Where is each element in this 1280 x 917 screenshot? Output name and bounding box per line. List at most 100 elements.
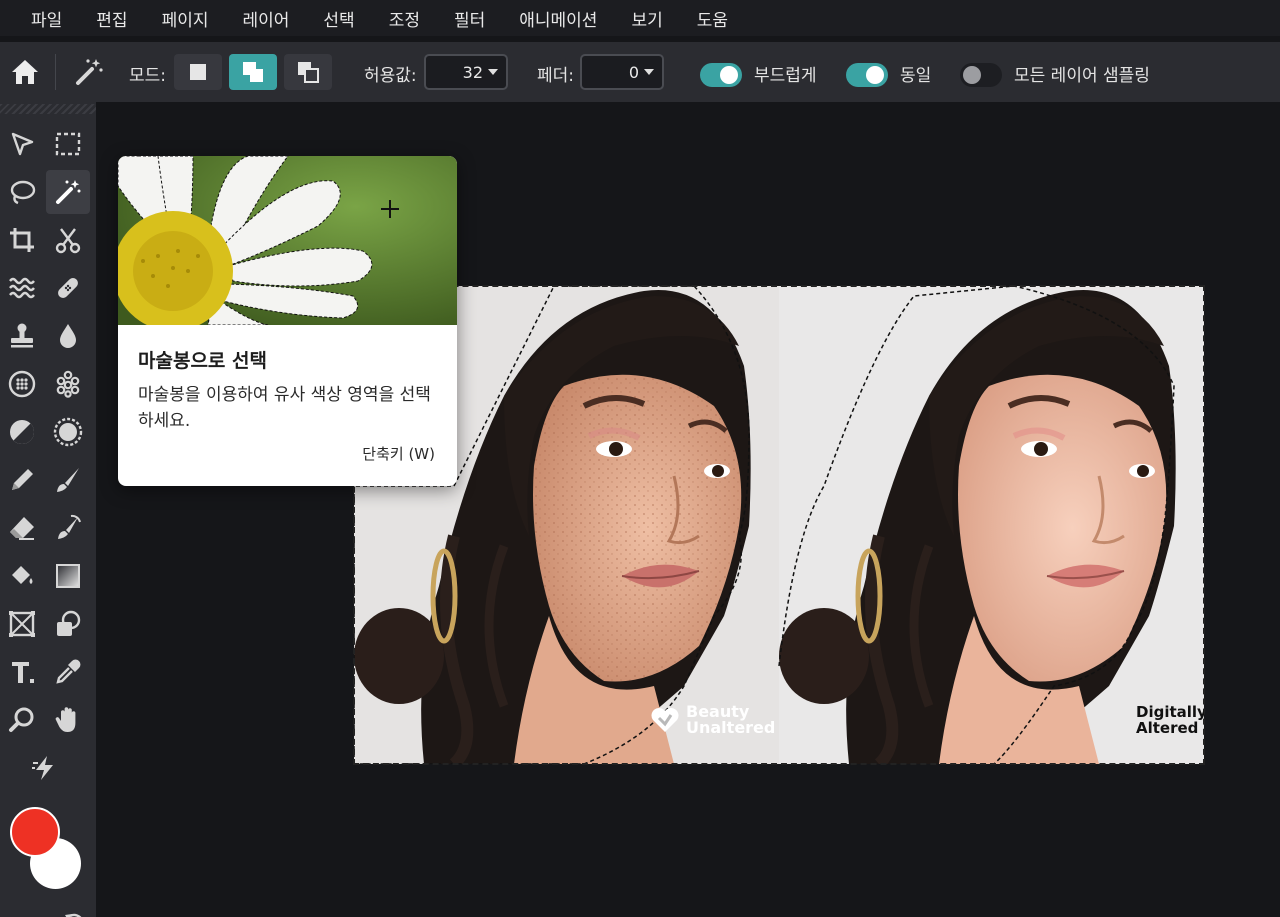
- water-drop-icon: [60, 324, 76, 348]
- cut-tool[interactable]: [46, 218, 90, 262]
- tolerance-field[interactable]: 32: [424, 54, 508, 90]
- menu-file[interactable]: 파일: [14, 0, 79, 36]
- menu-filter[interactable]: 필터: [437, 0, 502, 36]
- home-icon: [12, 60, 38, 84]
- menu-help[interactable]: 도움: [680, 0, 745, 36]
- pencil-tool[interactable]: [0, 458, 44, 502]
- contiguous-label: 동일: [900, 66, 932, 86]
- mode-new-selection-button[interactable]: [174, 54, 222, 90]
- feather-field[interactable]: 0: [580, 54, 664, 90]
- menu-adjust[interactable]: 조정: [372, 0, 437, 36]
- fill-tool[interactable]: [0, 554, 44, 598]
- mode-label: 모드:: [129, 66, 167, 86]
- tooltip-shortcut: 단축키 (W): [362, 445, 435, 463]
- pixelate-tool[interactable]: [0, 362, 44, 406]
- cursor-arrow-icon: [11, 132, 34, 156]
- half-circle-icon: [10, 420, 35, 445]
- eraser-tool[interactable]: [0, 506, 44, 550]
- zoom-tool[interactable]: [0, 698, 44, 742]
- gradient-icon: [56, 564, 80, 588]
- menu-edit[interactable]: 편집: [79, 0, 144, 36]
- heal-tool[interactable]: [46, 266, 90, 310]
- text-t-icon: [12, 662, 34, 683]
- bandage-icon: [58, 278, 78, 298]
- tolerance-value: 32: [462, 62, 483, 82]
- new-selection-icon: [190, 64, 206, 80]
- smooth-toggle[interactable]: [700, 63, 742, 87]
- feather-value: 0: [628, 62, 639, 82]
- clone-stamp-tool[interactable]: [0, 314, 44, 358]
- sun-gear-icon: [53, 417, 83, 447]
- marquee-tool[interactable]: [46, 122, 90, 166]
- mode-subtract-selection-button[interactable]: [284, 54, 332, 90]
- sharpen-tool[interactable]: [46, 410, 90, 454]
- lasso-icon: [10, 180, 36, 205]
- dodge-burn-tool[interactable]: [0, 410, 44, 454]
- brush-swap-icon: [58, 514, 81, 539]
- blur-tool[interactable]: [46, 314, 90, 358]
- canvas-photo: [354, 286, 1204, 764]
- tooltip-title: 마술봉으로 선택: [138, 350, 267, 372]
- tooltip-preview-image: [118, 156, 457, 325]
- contiguous-toggle[interactable]: [846, 63, 888, 87]
- pencil-icon: [12, 469, 33, 490]
- menu-view[interactable]: 보기: [614, 0, 679, 36]
- menu-animation[interactable]: 애니메이션: [502, 0, 614, 36]
- lasso-tool[interactable]: [0, 170, 44, 214]
- sponge-tool[interactable]: [46, 362, 90, 406]
- paint-bucket-icon: [12, 566, 33, 584]
- quick-actions-tool[interactable]: [23, 746, 67, 790]
- current-tool-indicator: [70, 54, 108, 90]
- add-selection-icon: [243, 62, 263, 82]
- mode-add-selection-button[interactable]: [229, 54, 277, 90]
- move-tool[interactable]: [0, 122, 44, 166]
- dashed-rectangle-icon: [55, 132, 81, 156]
- color-replace-tool[interactable]: [46, 506, 90, 550]
- liquify-tool[interactable]: [0, 266, 44, 310]
- foreground-color-swatch[interactable]: [10, 807, 60, 857]
- sample-all-layers-label: 모든 레이어 샘플링: [1014, 66, 1150, 86]
- chevron-down-icon: [644, 69, 654, 75]
- lightning-icon: [32, 756, 53, 780]
- shapes-icon: [57, 610, 81, 636]
- hand-icon: [55, 707, 76, 732]
- gradient-tool[interactable]: [46, 554, 90, 598]
- options-bar: 모드: 허용값: 32 페더: 0 부드럽게 동일 모든 레이어 샘플링: [0, 42, 1280, 102]
- menu-select[interactable]: 선택: [306, 0, 371, 36]
- frame-icon: [9, 611, 35, 637]
- tools-panel: [0, 102, 96, 917]
- brush-tool[interactable]: [46, 458, 90, 502]
- crop-icon: [10, 228, 34, 252]
- tooltip-description: 마술봉을 이용하여 유사 색상 영역을 선택하세요.: [138, 385, 431, 431]
- menu-page[interactable]: 페이지: [145, 0, 226, 36]
- magic-wand-icon: [76, 59, 103, 85]
- magic-wand-tool[interactable]: [46, 170, 90, 214]
- subtract-selection-icon: [298, 62, 319, 83]
- smooth-label: 부드럽게: [754, 66, 817, 86]
- crop-tool[interactable]: [0, 218, 44, 262]
- eyedropper-tool[interactable]: [46, 650, 90, 694]
- magic-wand-icon: [56, 180, 81, 204]
- sponge-dots-icon: [56, 370, 80, 398]
- waves-icon: [9, 277, 35, 299]
- paintbrush-icon: [57, 468, 79, 492]
- hand-tool[interactable]: [46, 698, 90, 742]
- feather-label: 페더:: [537, 66, 575, 86]
- menu-layer[interactable]: 레이어: [225, 0, 306, 36]
- text-tool[interactable]: [0, 650, 44, 694]
- panel-grip: [0, 104, 96, 114]
- magnifier-icon: [9, 707, 34, 732]
- eraser-icon: [10, 517, 34, 540]
- frame-tool[interactable]: [0, 602, 44, 646]
- scissors-icon: [55, 228, 81, 254]
- stamp-icon: [11, 323, 33, 348]
- swap-colors-icon[interactable]: [64, 912, 88, 917]
- document-canvas[interactable]: Beauty Unaltered Digitally Altered: [353, 285, 1205, 765]
- eyedropper-icon: [56, 659, 81, 684]
- options-divider: [55, 54, 56, 90]
- dotted-circle-icon: [8, 370, 36, 398]
- sample-all-layers-toggle[interactable]: [960, 63, 1002, 87]
- home-button[interactable]: [6, 54, 44, 90]
- tool-tooltip-card: 마술봉으로 선택 마술봉을 이용하여 유사 색상 영역을 선택하세요. 단축키 …: [118, 156, 457, 486]
- shape-tool[interactable]: [46, 602, 90, 646]
